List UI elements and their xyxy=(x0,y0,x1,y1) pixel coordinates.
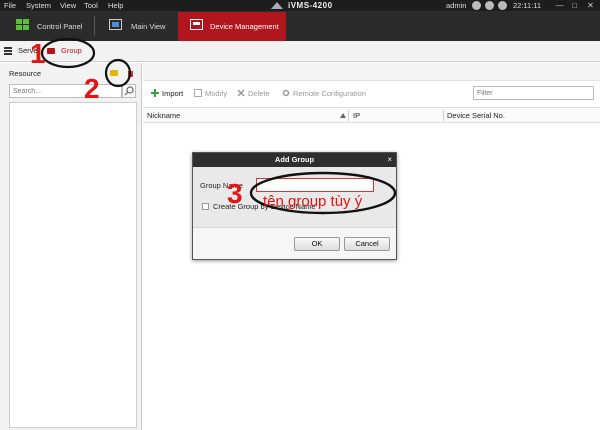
breadcrumb: Serve Group xyxy=(0,41,600,62)
clock: 22:11:11 xyxy=(513,1,542,10)
column-nickname[interactable]: Nickname xyxy=(147,111,180,120)
column-divider xyxy=(348,110,349,121)
menu-icon[interactable] xyxy=(4,47,12,55)
menu-view[interactable]: View xyxy=(60,0,76,11)
column-ip[interactable]: IP xyxy=(353,111,360,120)
menu-system[interactable]: System xyxy=(26,0,51,11)
dialog-title: Add Group xyxy=(193,153,396,167)
sort-ascending-icon[interactable] xyxy=(340,113,346,118)
import-button[interactable]: Import xyxy=(151,89,183,98)
add-group-icon[interactable] xyxy=(110,70,118,76)
main-view-icon xyxy=(109,19,122,30)
cancel-button[interactable]: Cancel xyxy=(344,237,390,251)
tab-main-view[interactable]: Main View xyxy=(96,12,176,41)
tab-device-management-label: Device Management xyxy=(210,22,279,31)
tab-control-panel-label: Control Panel xyxy=(37,22,83,31)
column-device-serial[interactable]: Device Serial No. xyxy=(447,111,505,120)
search-button[interactable] xyxy=(122,84,136,98)
delete-label: Delete xyxy=(248,89,270,98)
group-name-input[interactable] xyxy=(256,178,374,192)
filter-input[interactable] xyxy=(473,86,594,100)
column-divider xyxy=(443,110,444,121)
modify-label: Modify xyxy=(205,89,228,98)
gear-icon xyxy=(282,89,290,97)
delete-button[interactable]: Delete xyxy=(237,89,270,98)
edit-icon xyxy=(194,89,202,97)
module-tab-bar: Control Panel Main View Device Managemen… xyxy=(0,11,600,41)
tab-device-management[interactable]: Device Management xyxy=(178,12,286,41)
menu-file[interactable]: File xyxy=(4,0,16,11)
app-logo-icon xyxy=(271,2,283,9)
annotation-step-3: 3 xyxy=(227,178,243,209)
dialog-close-button[interactable]: × xyxy=(387,153,392,167)
create-group-by-device-name-checkbox[interactable] xyxy=(202,203,209,210)
remote-configuration-label: Remote Configuration xyxy=(293,89,366,98)
maximize-button[interactable]: □ xyxy=(569,0,580,11)
group-icon xyxy=(47,48,55,54)
import-label: Import xyxy=(162,89,184,98)
device-management-icon xyxy=(190,19,203,30)
ok-button[interactable]: OK xyxy=(294,237,340,251)
search-icon xyxy=(124,86,134,96)
menu-bar: File System View Tool Help iVMS-4200 adm… xyxy=(0,0,600,11)
remote-configuration-button[interactable]: Remote Configuration xyxy=(282,89,366,98)
panel-header xyxy=(143,63,600,81)
device-table-header: Nickname IP Device Serial No. xyxy=(143,107,600,123)
control-panel-icon xyxy=(16,19,29,30)
menu-help[interactable]: Help xyxy=(108,0,123,11)
minimize-button[interactable]: — xyxy=(554,0,565,11)
annotation-step-2: 2 xyxy=(84,73,100,104)
modify-button[interactable]: Modify xyxy=(194,89,227,98)
close-button[interactable]: ✕ xyxy=(585,0,596,11)
delete-icon xyxy=(237,89,245,97)
tab-control-panel[interactable]: Control Panel xyxy=(0,12,92,41)
annotation-note: tên group tùy ý xyxy=(263,193,363,210)
annotation-step-1: 1 xyxy=(30,38,46,69)
resource-panel: Resource xyxy=(0,63,142,430)
tab-divider xyxy=(94,16,95,36)
menu-tool[interactable]: Tool xyxy=(84,0,98,11)
resource-search-input[interactable] xyxy=(9,84,122,98)
resource-group-list[interactable] xyxy=(9,102,137,428)
tab-main-view-label: Main View xyxy=(131,22,166,31)
fullscreen-icon[interactable] xyxy=(485,1,494,10)
resource-panel-title: Resource xyxy=(9,69,42,78)
delete-group-icon[interactable] xyxy=(128,71,133,77)
current-user[interactable]: admin xyxy=(446,0,466,11)
breadcrumb-group[interactable]: Group xyxy=(61,46,82,55)
app-title: iVMS-4200 xyxy=(288,1,333,10)
alarm-icon[interactable] xyxy=(498,1,507,10)
lock-icon[interactable] xyxy=(472,1,481,10)
plus-icon xyxy=(151,89,159,97)
